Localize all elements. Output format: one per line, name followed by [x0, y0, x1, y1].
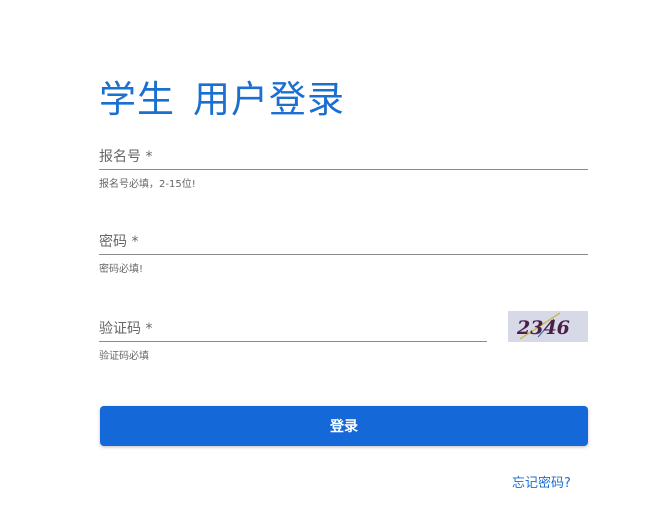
page-title-part1: 学生: [99, 77, 175, 121]
registration-number-underline: [99, 169, 588, 170]
password-field: 密码 * 密码必填!: [99, 229, 588, 279]
captcha-text: 2346: [516, 317, 570, 339]
captcha-image[interactable]: 2346: [508, 311, 588, 342]
password-input[interactable]: [99, 229, 588, 253]
registration-number-input[interactable]: [99, 144, 588, 168]
page-title: 学生 用户登录: [99, 69, 345, 123]
forgot-password-link[interactable]: 忘记密码?: [512, 472, 571, 491]
captcha-graphic: 2346: [508, 311, 588, 342]
registration-number-field: 报名号 * 报名号必填，2-15位!: [99, 144, 588, 194]
page-title-part2: 用户登录: [193, 77, 345, 121]
captcha-underline: [99, 341, 487, 342]
registration-number-hint: 报名号必填，2-15位!: [99, 179, 196, 190]
password-hint: 密码必填!: [99, 264, 144, 275]
captcha-hint: 验证码必填: [99, 351, 149, 362]
password-underline: [99, 254, 588, 255]
captcha-field: 验证码 * 验证码必填: [99, 316, 489, 366]
login-button[interactable]: 登录: [100, 406, 588, 446]
captcha-input[interactable]: [99, 316, 489, 340]
